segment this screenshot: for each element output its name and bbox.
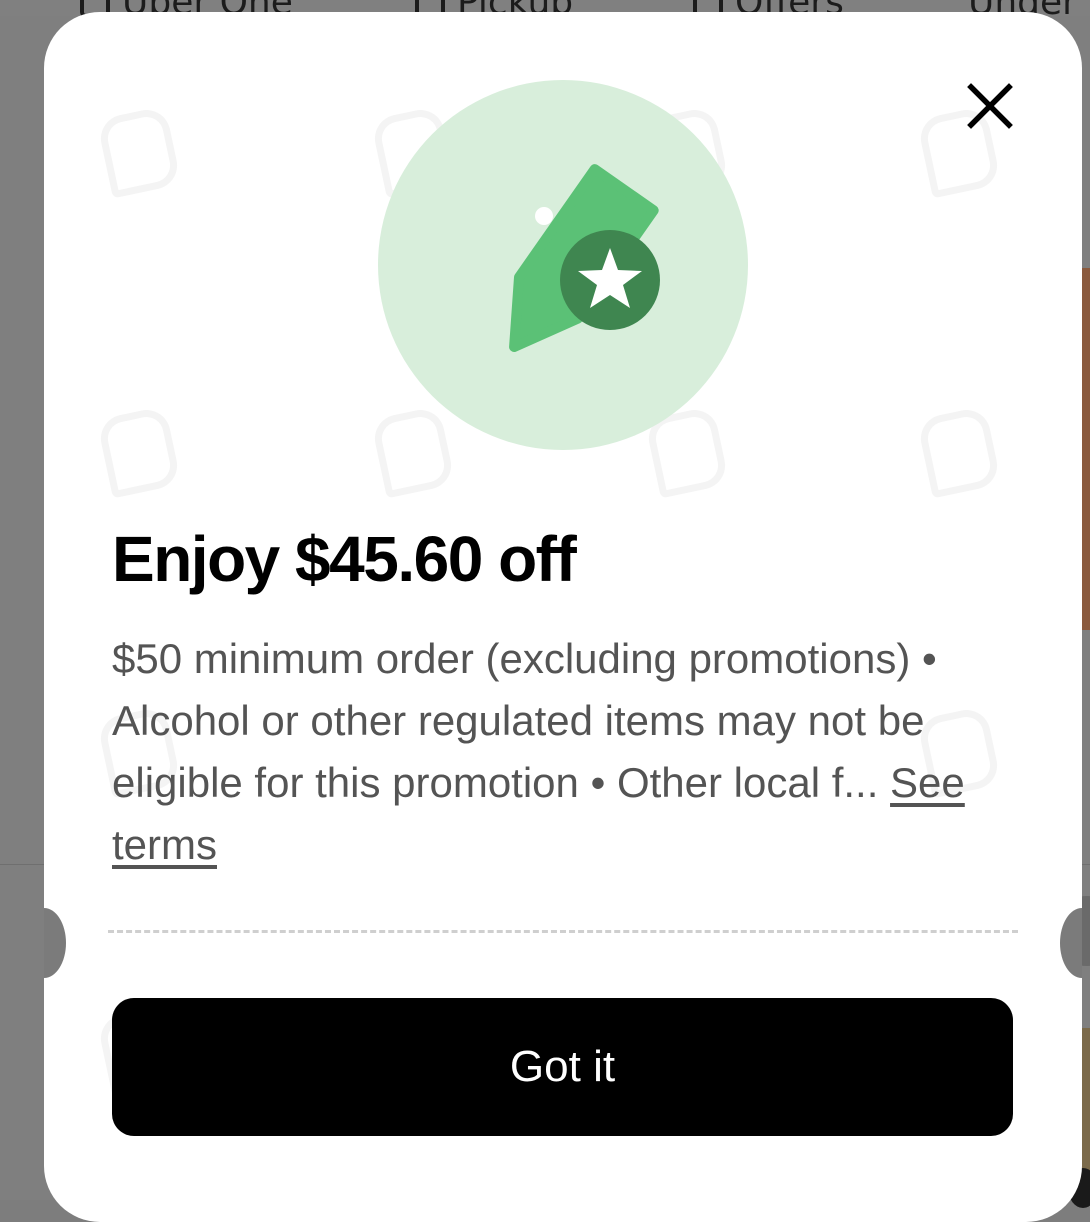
- pattern-glyph: [96, 105, 182, 199]
- pattern-glyph: [370, 405, 456, 499]
- offer-details: $50 minimum order (excluding promotions)…: [112, 628, 1012, 876]
- ticket-notch-right: [1060, 908, 1082, 978]
- promo-modal: Enjoy $45.60 off $50 minimum order (excl…: [44, 12, 1082, 1222]
- close-button[interactable]: [962, 78, 1018, 134]
- pattern-glyph: [916, 405, 1002, 499]
- close-icon: [967, 83, 1013, 129]
- dashed-divider: [108, 930, 1018, 933]
- price-tag-star-icon: [509, 164, 660, 353]
- offer-title: Enjoy $45.60 off: [112, 523, 577, 595]
- pattern-glyph: [96, 405, 182, 499]
- ticket-notch-left: [44, 908, 66, 978]
- got-it-button[interactable]: Got it: [112, 998, 1013, 1136]
- offer-details-text: $50 minimum order (excluding promotions)…: [112, 635, 937, 806]
